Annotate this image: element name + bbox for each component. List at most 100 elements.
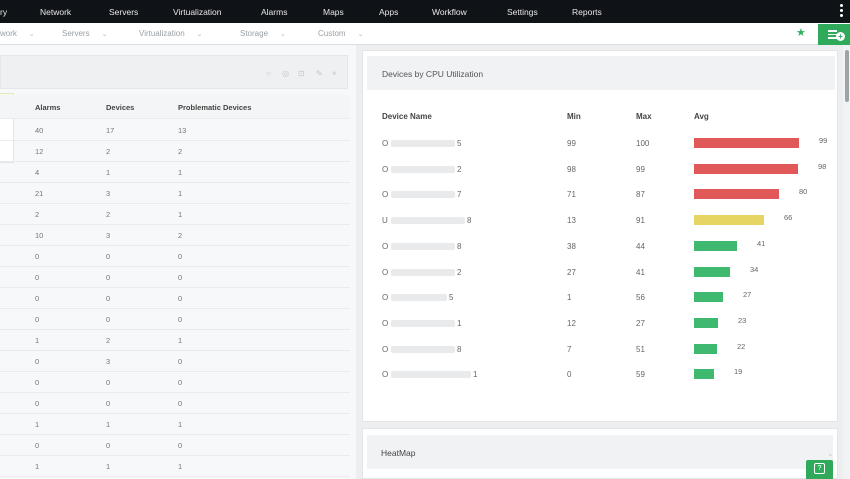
subnav-item-custom[interactable]: Custom ⌄ <box>318 23 363 45</box>
table-row[interactable]: 0 0 0 <box>0 267 350 288</box>
device-initial: O <box>382 267 389 277</box>
sub-nav: work ⌄ Servers ⌄ Virtualization ⌄ Storage ⌄ … <box>0 23 850 45</box>
min-value: 27 <box>567 267 576 277</box>
min-value: 12 <box>567 318 576 328</box>
table-row[interactable]: 10 3 2 <box>0 225 350 246</box>
table-row[interactable]: 0 0 0 <box>0 393 350 414</box>
nav-item-maps[interactable]: Maps <box>323 0 344 23</box>
device-row[interactable]: O 5 99 100 99 <box>363 131 831 156</box>
table-row[interactable]: 1 2 1 <box>0 330 350 351</box>
export-icon[interactable]: ⊡ <box>298 69 305 78</box>
table-cell: 0 <box>35 378 40 387</box>
table-cell: 40 <box>35 126 44 135</box>
star-icon[interactable]: ★ <box>796 27 806 40</box>
subnav-item-storage[interactable]: Storage ⌄ <box>240 23 286 45</box>
table-cell: 12 <box>35 147 44 156</box>
column-header-problematic-devices[interactable]: Problematic Devices <box>178 103 251 112</box>
heatmap-widget: HeatMap ⌄ <box>362 428 838 479</box>
close-icon[interactable]: × <box>332 69 337 78</box>
max-value: 91 <box>636 216 645 226</box>
refresh-icon[interactable]: ○ <box>266 69 271 78</box>
table-row[interactable]: 0 0 0 <box>0 246 350 267</box>
avg-bar <box>694 266 730 277</box>
nav-item-inventory[interactable]: ry <box>0 0 7 23</box>
chevron-down-icon: ⌄ <box>196 31 203 38</box>
avg-bar <box>694 215 764 226</box>
table-row[interactable]: 0 3 0 <box>0 351 350 372</box>
table-cell: 2 <box>106 147 111 156</box>
table-cell: 1 <box>106 462 111 471</box>
avg-value: 22 <box>737 341 746 351</box>
column-header-avg[interactable]: Avg <box>694 112 709 121</box>
device-name-suffix: 1 <box>473 370 478 380</box>
table-cell: 3 <box>106 231 111 240</box>
column-header-max[interactable]: Max <box>636 112 652 121</box>
table-row[interactable]: 2 2 1 <box>0 204 350 225</box>
table-cell: 0 <box>178 357 183 366</box>
redacted-device-name <box>391 371 471 379</box>
subnav-item-servers[interactable]: Servers ⌄ <box>62 23 107 45</box>
subnav-item-network[interactable]: work ⌄ <box>0 23 35 45</box>
device-row[interactable]: O 1 12 27 23 <box>363 311 831 336</box>
scrollbar-track[interactable] <box>843 45 850 479</box>
subnav-label: Storage <box>240 29 269 38</box>
nav-item-workflow[interactable]: Workflow <box>432 0 467 23</box>
chevron-down-icon[interactable]: ⌄ <box>827 449 834 458</box>
card-header: Devices by CPU Utilization <box>367 56 835 90</box>
nav-item-virtualization[interactable]: Virtualization <box>173 0 222 23</box>
avg-bar <box>694 343 717 354</box>
avg-bar <box>694 138 799 148</box>
column-header-device-name[interactable]: Device Name <box>382 112 432 121</box>
nav-item-alarms[interactable]: Alarms <box>261 0 287 23</box>
device-row[interactable]: O 8 7 51 22 <box>363 337 831 362</box>
column-header-min[interactable]: Min <box>567 112 581 121</box>
table-row[interactable]: 21 3 1 <box>0 183 350 204</box>
device-row[interactable]: O 8 38 44 41 <box>363 234 831 259</box>
table-cell: 2 <box>106 336 111 345</box>
avg-bar <box>694 189 779 200</box>
device-row[interactable]: O 2 27 41 34 <box>363 260 831 285</box>
column-header-alarms[interactable]: Alarms <box>35 103 60 112</box>
redacted-device-name <box>391 319 455 327</box>
device-row[interactable]: O 5 1 56 27 <box>363 285 831 310</box>
table-row[interactable]: 0 0 0 <box>0 435 350 456</box>
table-cell: 0 <box>35 294 40 303</box>
chevron-down-icon: ⌄ <box>357 31 364 38</box>
max-value: 41 <box>636 267 645 277</box>
table-cell: 2 <box>106 210 111 219</box>
table-row[interactable]: 1 1 1 <box>0 414 350 435</box>
device-name-suffix: 8 <box>457 241 462 251</box>
table-row[interactable]: 0 0 0 <box>0 309 350 330</box>
help-button[interactable]: ? <box>806 460 833 479</box>
scrollbar-thumb[interactable] <box>845 50 849 102</box>
nav-item-reports[interactable]: Reports <box>572 0 602 23</box>
add-widget-button[interactable]: + <box>818 24 850 45</box>
max-value: 51 <box>636 344 645 354</box>
table-row[interactable]: 0 0 0 <box>0 372 350 393</box>
table-row[interactable]: 0 0 0 <box>0 288 350 309</box>
min-value: 38 <box>567 241 576 251</box>
device-row[interactable]: O 2 98 99 98 <box>363 157 831 182</box>
table-row[interactable]: 1 1 1 <box>0 456 350 477</box>
avg-value: 66 <box>784 213 793 223</box>
device-row[interactable]: O 1 0 59 19 <box>363 362 831 387</box>
more-menu-icon[interactable] <box>840 4 844 19</box>
settings-icon[interactable]: ◎ <box>282 69 289 78</box>
table-row[interactable]: 12 2 2 <box>0 141 350 162</box>
device-row[interactable]: O 7 71 87 80 <box>363 182 831 207</box>
nav-item-settings[interactable]: Settings <box>507 0 538 23</box>
column-header-devices[interactable]: Devices <box>106 103 134 112</box>
table-cell: 0 <box>35 357 40 366</box>
device-name-suffix: 2 <box>457 164 462 174</box>
left-widget-header: ○ ◎ ⊡ ✎ × <box>0 55 348 89</box>
nav-item-servers[interactable]: Servers <box>109 0 138 23</box>
table-row[interactable]: 4 1 1 <box>0 162 350 183</box>
nav-item-network[interactable]: Network <box>40 0 71 23</box>
subnav-item-virtualization[interactable]: Virtualization ⌄ <box>139 23 203 45</box>
device-row[interactable]: U 8 13 91 66 <box>363 208 831 233</box>
nav-item-apps[interactable]: Apps <box>379 0 398 23</box>
max-value: 99 <box>636 164 645 174</box>
device-name-suffix: 2 <box>457 267 462 277</box>
edit-icon[interactable]: ✎ <box>316 69 323 78</box>
table-row[interactable]: 40 17 13 <box>0 120 350 141</box>
